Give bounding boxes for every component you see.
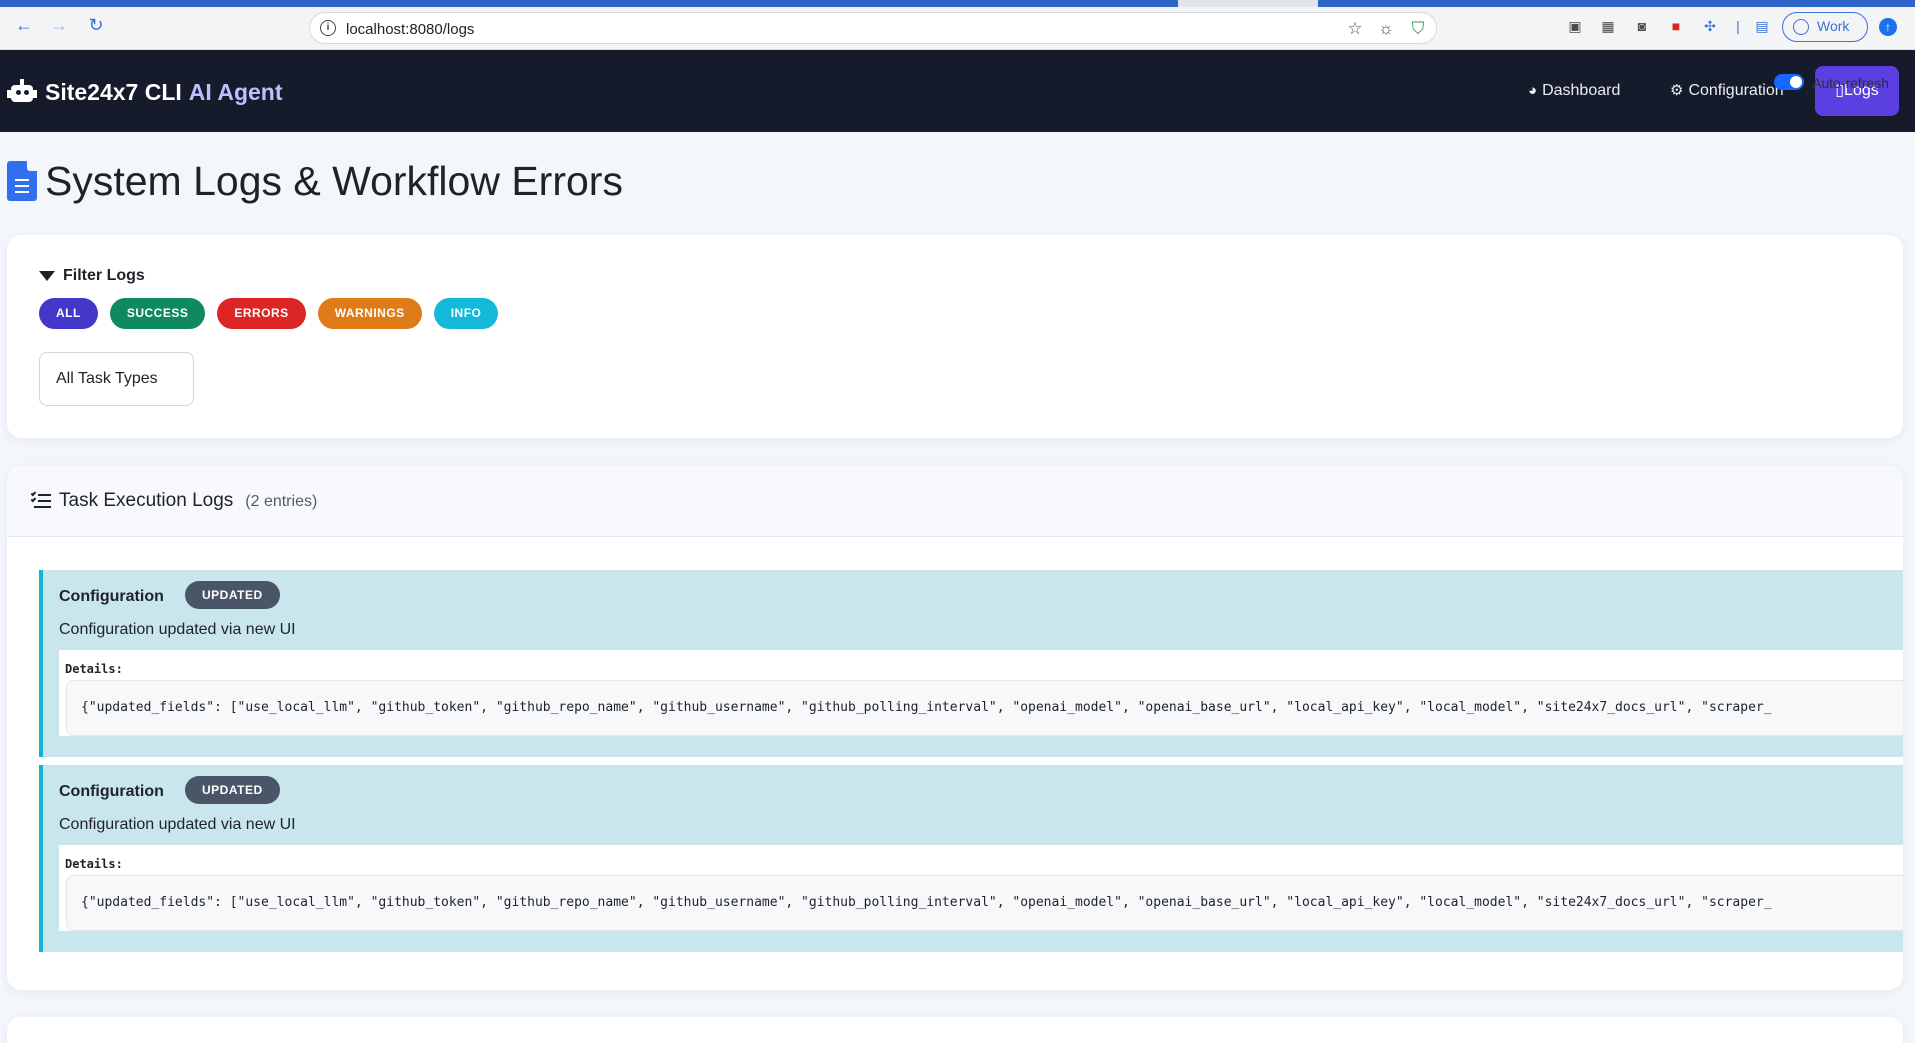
log-entry[interactable]: Configuration UPDATED Configuration upda… bbox=[39, 570, 1903, 757]
log-entry-title: Configuration bbox=[59, 783, 164, 800]
back-arrow-icon[interactable]: ← bbox=[13, 14, 35, 36]
extensions-puzzle-icon[interactable]: ✣ bbox=[1700, 16, 1720, 36]
logs-title: Task Execution Logs (2 entries) bbox=[30, 490, 318, 512]
details-code[interactable]: {"updated_fields": ["use_local_llm", "gi… bbox=[66, 875, 1903, 931]
document-icon bbox=[7, 161, 37, 201]
details-label: Details: bbox=[65, 857, 123, 871]
status-badge: UPDATED bbox=[185, 776, 280, 804]
robot-icon bbox=[7, 79, 37, 105]
toolbar-divider: | bbox=[1736, 18, 1740, 34]
red-extension-icon[interactable]: ■ bbox=[1666, 16, 1686, 36]
logs-title-text: Task Execution Logs bbox=[59, 490, 234, 511]
auto-refresh-toggle[interactable] bbox=[1774, 74, 1804, 90]
filter-info-button[interactable]: INFO bbox=[433, 298, 499, 329]
log-entry[interactable]: Configuration UPDATED Configuration upda… bbox=[39, 765, 1903, 952]
nav-dashboard-label: Dashboard bbox=[1542, 82, 1621, 99]
page-title-text: System Logs & Workflow Errors bbox=[45, 157, 623, 204]
address-bar[interactable]: i localhost:8080/logs ☆ ☼ ⛉ bbox=[309, 12, 1437, 44]
log-entry-message: Configuration updated via new UI bbox=[59, 621, 296, 638]
forward-arrow-icon[interactable]: → bbox=[48, 14, 70, 36]
details-code[interactable]: {"updated_fields": ["use_local_llm", "gi… bbox=[66, 680, 1903, 736]
active-tab-indicator[interactable] bbox=[0, 0, 1178, 7]
brand-suffix: AI Agent bbox=[188, 78, 283, 105]
url-text[interactable]: localhost:8080/logs bbox=[346, 21, 474, 38]
tab-indicator[interactable] bbox=[1318, 0, 1915, 7]
tab-strip bbox=[0, 0, 1915, 7]
log-entry-message: Configuration updated via new UI bbox=[59, 816, 296, 833]
filter-errors-button[interactable]: ERRORS bbox=[217, 298, 306, 329]
person-icon bbox=[1793, 19, 1809, 35]
logs-card: Task Execution Logs (2 entries) Configur… bbox=[7, 466, 1903, 990]
details-label: Details: bbox=[65, 662, 123, 676]
brightness-icon[interactable]: ☼ bbox=[1376, 19, 1396, 39]
filter-title: Filter Logs bbox=[39, 267, 145, 285]
filter-card: Filter Logs ALL SUCCESS ERRORS WARNINGS … bbox=[7, 235, 1903, 438]
camera-extension-icon[interactable]: ◙ bbox=[1632, 16, 1652, 36]
shield-icon[interactable]: ⛉ bbox=[1408, 19, 1428, 39]
gear-icon: ⚙ bbox=[1670, 82, 1684, 99]
filter-success-button[interactable]: SUCCESS bbox=[109, 298, 206, 329]
log-details-panel: Details: {"updated_fields": ["use_local_… bbox=[59, 650, 1903, 736]
tab-grid-icon[interactable]: ▤ bbox=[1752, 16, 1772, 36]
update-arrow-icon[interactable]: ↑ bbox=[1879, 18, 1897, 36]
nav-dashboard-link[interactable]: ◕ Dashboard bbox=[1528, 50, 1620, 132]
status-badge: UPDATED bbox=[185, 581, 280, 609]
reload-icon[interactable]: ↻ bbox=[85, 14, 107, 36]
browser-toolbar: ← → ↻ i localhost:8080/logs ☆ ☼ ⛉ ▣ ▦ ◙ … bbox=[0, 0, 1915, 50]
nav-logs-link[interactable]: ▯Logs bbox=[1815, 66, 1899, 116]
filter-all-button[interactable]: ALL bbox=[39, 298, 98, 329]
reader-extension-icon[interactable]: ▣ bbox=[1565, 16, 1585, 36]
gauge-icon: ◕ bbox=[1528, 82, 1538, 99]
site-info-icon[interactable]: i bbox=[320, 20, 336, 36]
log-details-panel: Details: {"updated_fields": ["use_local_… bbox=[59, 845, 1903, 931]
logs-header: Task Execution Logs (2 entries) bbox=[7, 466, 1903, 537]
brand-logo[interactable]: Site24x7 CLI AI Agent bbox=[7, 77, 283, 107]
toggle-knob bbox=[1790, 76, 1802, 88]
profile-button[interactable]: Work bbox=[1782, 12, 1868, 42]
qr-extension-icon[interactable]: ▦ bbox=[1598, 16, 1618, 36]
bookmark-star-icon[interactable]: ☆ bbox=[1345, 19, 1365, 39]
next-card bbox=[7, 1017, 1903, 1043]
filter-pills: ALL SUCCESS ERRORS WARNINGS INFO bbox=[39, 298, 499, 329]
log-entry-title: Configuration bbox=[59, 588, 164, 605]
nav-configuration-label: Configuration bbox=[1688, 82, 1784, 99]
nav-configuration-link[interactable]: ⚙ Configuration bbox=[1670, 50, 1784, 132]
profile-label: Work bbox=[1817, 18, 1850, 34]
auto-refresh-label: Auto-refresh bbox=[1812, 75, 1890, 91]
filter-warnings-button[interactable]: WARNINGS bbox=[317, 298, 422, 329]
brand-name: Site24x7 CLI bbox=[45, 78, 182, 105]
filter-icon bbox=[39, 271, 55, 281]
logs-count: (2 entries) bbox=[245, 493, 318, 510]
app-navbar: Site24x7 CLI AI Agent ◕ Dashboard ⚙ Config… bbox=[0, 50, 1915, 132]
task-type-select[interactable]: All Task Types bbox=[39, 352, 194, 406]
list-check-icon bbox=[30, 490, 51, 508]
page-title: System Logs & Workflow Errors bbox=[7, 156, 623, 206]
filter-title-text: Filter Logs bbox=[63, 267, 145, 284]
